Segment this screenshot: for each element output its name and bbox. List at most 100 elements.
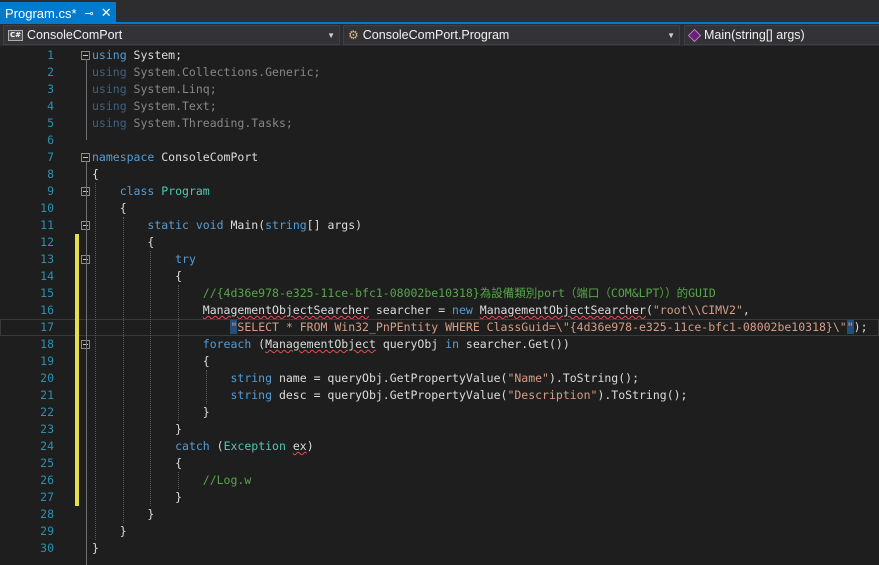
code-line[interactable]: 21 string desc = queryObj.GetPropertyVal…	[0, 387, 879, 404]
project-label: ConsoleComPort	[27, 28, 123, 42]
code-line[interactable]: 10 {	[0, 200, 879, 217]
line-number: 22	[40, 405, 54, 419]
change-marker	[75, 302, 79, 319]
line-number: 25	[40, 456, 54, 470]
change-marker	[75, 149, 79, 166]
code-line[interactable]: 8{	[0, 166, 879, 183]
code-line[interactable]: 1 using System;	[0, 47, 879, 64]
code-line[interactable]: 23 }	[0, 421, 879, 438]
code-line[interactable]: 5 using System.Threading.Tasks;	[0, 115, 879, 132]
pin-icon[interactable]: ⊸	[85, 7, 94, 20]
code-line[interactable]: 11 static void Main(string[] args)	[0, 217, 879, 234]
tab-program-cs[interactable]: Program.cs* ⊸ ✕	[0, 2, 116, 24]
line-number: 10	[40, 201, 54, 215]
code-line[interactable]: 12 {	[0, 234, 879, 251]
change-marker	[75, 268, 79, 285]
project-dropdown[interactable]: C# ConsoleComPort ▼	[3, 25, 340, 45]
tab-title: Program.cs*	[5, 5, 77, 21]
code-line[interactable]: 27 }	[0, 489, 879, 506]
line-number: 24	[40, 439, 54, 453]
code-text: catch (Exception ex)	[92, 438, 314, 455]
code-token: SELECT * FROM Win32_PnPEntity WHERE Clas…	[237, 320, 847, 334]
line-number: 11	[40, 218, 54, 232]
code-token: using	[92, 82, 127, 96]
code-line[interactable]: 26 //Log.w	[0, 472, 879, 489]
navigation-bar: C# ConsoleComPort ▼ ⚙ ConsoleComPort.Pro…	[0, 24, 879, 46]
chevron-down-icon: ▼	[667, 30, 675, 40]
code-token: {	[92, 167, 99, 181]
code-line[interactable]: 18 foreach (ManagementObject queryObj in…	[0, 336, 879, 353]
code-token: {	[92, 269, 183, 283]
code-token: using	[92, 99, 127, 113]
line-number: 2	[47, 65, 54, 79]
code-token: namespace	[92, 150, 155, 164]
code-token: using	[92, 116, 127, 130]
code-text: using System.Collections.Generic;	[92, 64, 321, 81]
line-number: 16	[40, 303, 54, 317]
code-token: ManagementObjectSearcher	[202, 303, 369, 317]
code-line[interactable]: 7 namespace ConsoleComPort	[0, 149, 879, 166]
document-tab-strip: Program.cs* ⊸ ✕	[0, 0, 879, 24]
code-line[interactable]: 15 //{4d36e978-e325-11ce-bfc1-08002be103…	[0, 285, 879, 302]
code-text: }	[92, 523, 127, 540]
code-token: void	[195, 218, 224, 232]
code-line[interactable]: 6	[0, 132, 879, 149]
code-line[interactable]: 4 using System.Text;	[0, 98, 879, 115]
code-line[interactable]: 28 }	[0, 506, 879, 523]
code-line[interactable]: 29 }	[0, 523, 879, 540]
code-line[interactable]: 24 catch (Exception ex)	[0, 438, 879, 455]
code-token: //{4d36e978-e325-11ce-bfc1-08002be10318}…	[202, 286, 716, 300]
code-token: in	[445, 337, 459, 351]
class-dropdown[interactable]: ⚙ ConsoleComPort.Program ▼	[343, 25, 680, 45]
code-token: using	[92, 65, 127, 79]
change-marker	[75, 98, 79, 115]
code-line[interactable]: 30}	[0, 540, 879, 557]
code-line[interactable]: 14 {	[0, 268, 879, 285]
code-line[interactable]: 25 {	[0, 455, 879, 472]
change-marker	[75, 523, 79, 540]
change-marker	[75, 285, 79, 302]
code-token: "Name"	[507, 371, 549, 385]
code-line[interactable]: 22 }	[0, 404, 879, 421]
code-line[interactable]: 19 {	[0, 353, 879, 370]
code-text: {	[92, 268, 182, 285]
code-line[interactable]: 9 class Program	[0, 183, 879, 200]
code-line[interactable]: 13 try	[0, 251, 879, 268]
code-text: using System.Linq;	[92, 81, 217, 98]
code-token: [] args)	[306, 218, 363, 232]
line-number: 4	[47, 99, 54, 113]
code-token: "root\\CIMV2"	[652, 303, 743, 317]
change-marker	[75, 404, 79, 421]
code-line[interactable]: 16 ManagementObjectSearcher searcher = n…	[0, 302, 879, 319]
code-text: class Program	[92, 183, 210, 200]
change-marker	[75, 217, 79, 234]
indent-guide	[178, 285, 179, 421]
code-token: string	[230, 371, 273, 385]
chevron-down-icon: ▼	[327, 30, 335, 40]
code-token: System.Threading.Tasks;	[126, 116, 293, 130]
code-text: "SELECT * FROM Win32_PnPEntity WHERE Cla…	[92, 319, 868, 336]
code-line[interactable]: 17 "SELECT * FROM Win32_PnPEntity WHERE …	[0, 319, 879, 336]
change-marker	[75, 166, 79, 183]
code-token: Main(	[223, 218, 266, 232]
code-token: )	[306, 439, 314, 453]
line-number: 14	[40, 269, 54, 283]
code-token: (	[251, 337, 266, 351]
code-line[interactable]: 20 string name = queryObj.GetPropertyVal…	[0, 370, 879, 387]
code-line[interactable]: 3 using System.Linq;	[0, 81, 879, 98]
change-marker	[75, 200, 79, 217]
code-editor[interactable]: 1 using System; 2 using System.Collections.…	[0, 46, 879, 565]
code-token: Exception	[223, 439, 286, 453]
close-icon[interactable]: ✕	[101, 5, 112, 21]
indent-guide	[206, 370, 207, 404]
member-dropdown[interactable]: Main(string[] args)	[684, 25, 879, 45]
code-text: //Log.w	[92, 472, 251, 489]
code-line[interactable]: 2 using System.Collections.Generic;	[0, 64, 879, 81]
